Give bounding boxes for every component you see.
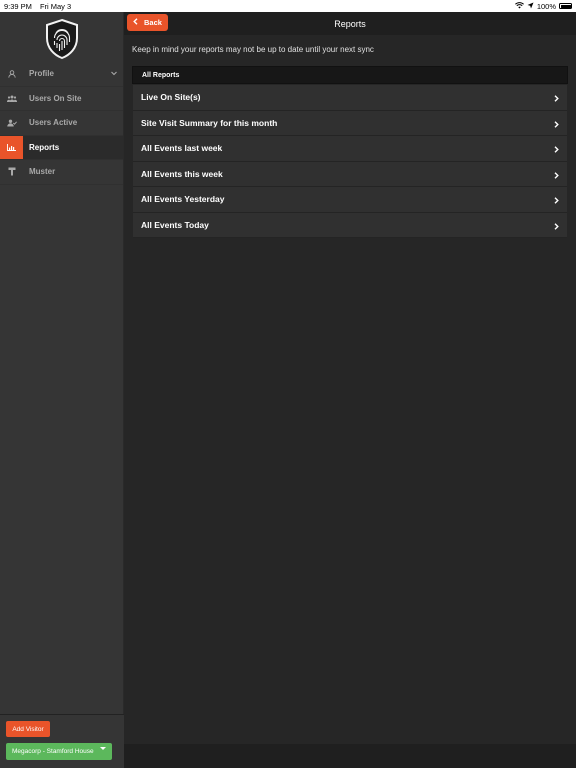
battery-icon [559, 3, 572, 9]
sidebar: Profile Users On Site Users Active Repor… [0, 12, 124, 768]
status-date: Fri May 3 [39, 1, 72, 11]
status-time: 9:39 PM [4, 1, 32, 11]
section-header: All Reports [132, 66, 568, 84]
status-bar: 9:39 PM Fri May 3 100% [0, 0, 576, 12]
report-item-site-visit-summary[interactable]: Site Visit Summary for this month [133, 110, 567, 136]
report-label: All Events Yesterday [141, 194, 225, 205]
user-icon [0, 62, 23, 86]
navigation-bar: Back Reports [124, 12, 576, 35]
chevron-right-icon [554, 196, 559, 206]
chart-icon [0, 135, 23, 159]
sidebar-item-users-on-site[interactable]: Users On Site [0, 87, 123, 111]
muster-icon [0, 160, 23, 184]
back-button[interactable]: Back [127, 14, 168, 31]
report-label: All Events this week [141, 168, 223, 179]
caret-down-icon [100, 747, 106, 750]
sidebar-item-reports[interactable]: Reports [0, 135, 123, 160]
location-select[interactable]: Megacorp - Stamford House [6, 743, 112, 760]
sync-notice: Keep in mind your reports may not be up … [132, 45, 374, 54]
users-group-icon [0, 87, 23, 111]
bottom-toolbar [124, 744, 576, 768]
sidebar-item-label: Reports [29, 142, 60, 152]
report-item-events-this-week[interactable]: All Events this week [133, 161, 567, 187]
back-label: Back [144, 18, 162, 27]
sidebar-item-users-active[interactable]: Users Active [0, 111, 123, 136]
sidebar-item-muster[interactable]: Muster [0, 160, 123, 185]
wifi-icon [514, 1, 524, 11]
chevron-right-icon [554, 222, 559, 232]
chevron-down-icon[interactable] [111, 69, 117, 78]
chevron-right-icon [554, 120, 559, 130]
page-title: Reports [334, 18, 366, 29]
chevron-right-icon [554, 94, 559, 104]
report-label: Site Visit Summary for this month [141, 117, 278, 128]
report-item-events-last-week[interactable]: All Events last week [133, 136, 567, 162]
user-check-icon [0, 111, 23, 135]
report-item-events-today[interactable]: All Events Today [133, 212, 567, 238]
sidebar-item-label: Muster [29, 167, 56, 177]
location-arrow-icon [527, 2, 534, 11]
sidebar-footer: Add Visitor Megacorp - Stamford House [0, 714, 124, 768]
report-label: All Events last week [141, 143, 223, 154]
sidebar-item-label: Profile [29, 69, 54, 79]
chevron-left-icon [133, 18, 138, 27]
battery-percent: 100% [536, 1, 556, 11]
chevron-right-icon [554, 145, 559, 155]
add-visitor-button[interactable]: Add Visitor [6, 721, 50, 737]
sidebar-item-label: Users Active [29, 118, 78, 128]
sidebar-item-label: Users On Site [29, 93, 82, 103]
sidebar-item-profile[interactable]: Profile [0, 62, 123, 87]
report-label: Live On Site(s) [141, 92, 201, 103]
report-item-live-on-site[interactable]: Live On Site(s) [133, 85, 567, 111]
report-label: All Events Today [141, 219, 209, 230]
main-panel: Back Reports Keep in mind your reports m… [124, 12, 576, 768]
location-label: Megacorp - Stamford House [12, 748, 94, 755]
report-list: Live On Site(s) Site Visit Summary for t… [133, 85, 567, 238]
app-logo [0, 12, 123, 62]
chevron-right-icon [554, 171, 559, 181]
report-item-events-yesterday[interactable]: All Events Yesterday [133, 187, 567, 213]
